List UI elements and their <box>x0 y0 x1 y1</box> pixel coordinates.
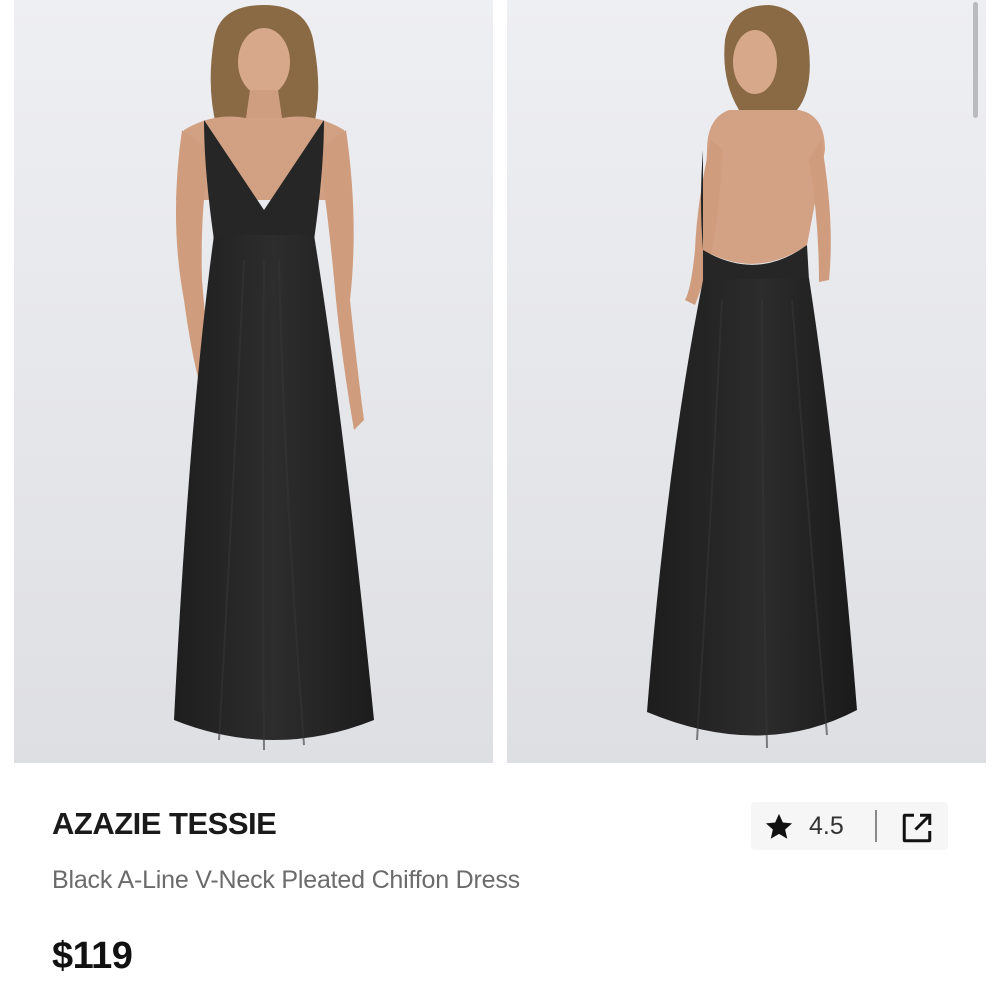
star-icon <box>765 813 793 839</box>
rating-value: 4.5 <box>809 812 844 840</box>
brand-name: AZAZIE TESSIE <box>52 806 277 841</box>
rating-share-box: 4.5 <box>751 802 948 850</box>
external-link-icon[interactable] <box>899 810 935 846</box>
divider <box>875 810 877 842</box>
front-view-photo[interactable] <box>14 0 493 763</box>
product-title: Black A-Line V-Neck Pleated Chiffon Dres… <box>52 866 520 894</box>
back-view-photo[interactable] <box>507 0 986 763</box>
scrollbar-thumb[interactable] <box>973 2 978 118</box>
product-card: AZAZIE TESSIE Black A-Line V-Neck Pleate… <box>0 0 1000 1000</box>
product-price: $119 <box>52 935 133 977</box>
product-image-gallery[interactable] <box>14 0 986 763</box>
